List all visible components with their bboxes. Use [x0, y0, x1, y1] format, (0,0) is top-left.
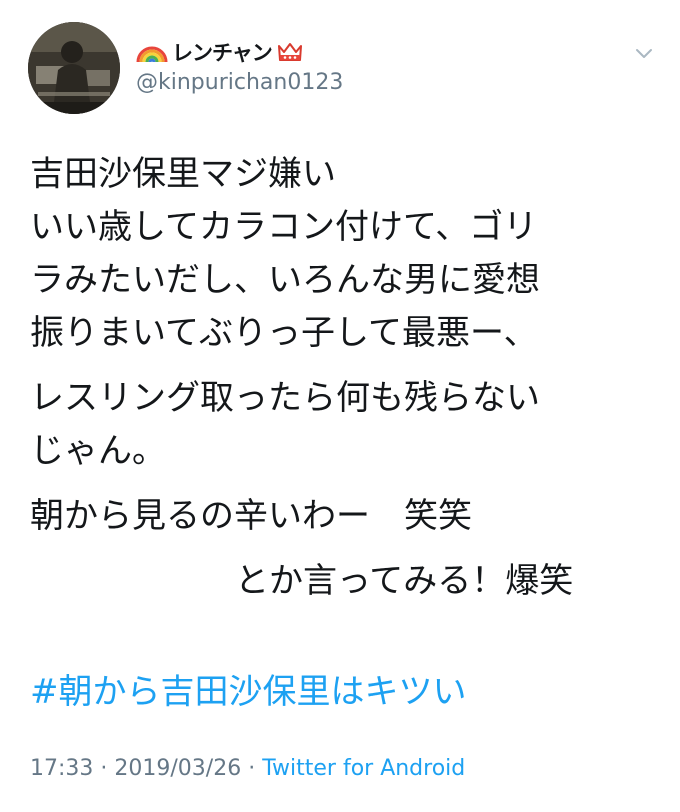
- user-handle[interactable]: @kinpurichan0123: [136, 70, 343, 95]
- avatar[interactable]: [28, 22, 120, 114]
- tweet-line: ラみたいだし、いろんな男に愛想: [30, 260, 540, 300]
- user-name-row[interactable]: レンチャン: [136, 34, 304, 70]
- tweet-date[interactable]: 2019/03/26: [114, 756, 241, 781]
- tweet-text: 吉田沙保里マジ嫌い いい歳してカラコン付けて、ゴリ ラみたいだし、いろんな男に愛…: [30, 148, 655, 608]
- hashtag-link[interactable]: #朝から吉田沙保里はキツい: [30, 664, 467, 713]
- avatar-photo: [28, 22, 120, 114]
- tweet-line: いい歳してカラコン付けて、ゴリ: [30, 207, 538, 247]
- tweet-line: 朝から見るの辛いわー 笑笑: [30, 496, 472, 536]
- tweet-line: 吉田沙保里マジ嫌い: [30, 154, 336, 194]
- tweet-line: 振りまいてぶりっ子して最悪ー、: [30, 313, 538, 353]
- tweet-line: とか言ってみる！爆笑: [235, 561, 574, 601]
- tweet-card: レンチャン @kinpurichan0123 吉田沙保里マジ嫌い いい歳してカラ…: [0, 0, 680, 812]
- tweet-line: じゃん。: [30, 431, 166, 471]
- chevron-down-icon[interactable]: [628, 38, 660, 70]
- tweet-meta: 17:33 · 2019/03/26 · Twitter for Android: [30, 756, 465, 781]
- tweet-line: レスリング取ったら何も残らない: [30, 378, 540, 418]
- display-name[interactable]: レンチャン: [172, 37, 273, 67]
- meta-separator: ·: [100, 756, 108, 781]
- meta-separator: ·: [248, 756, 256, 781]
- rainbow-icon: [136, 40, 168, 64]
- crown-icon: [276, 40, 304, 64]
- client-link[interactable]: Twitter for Android: [262, 756, 465, 781]
- tweet-time[interactable]: 17:33: [30, 756, 93, 781]
